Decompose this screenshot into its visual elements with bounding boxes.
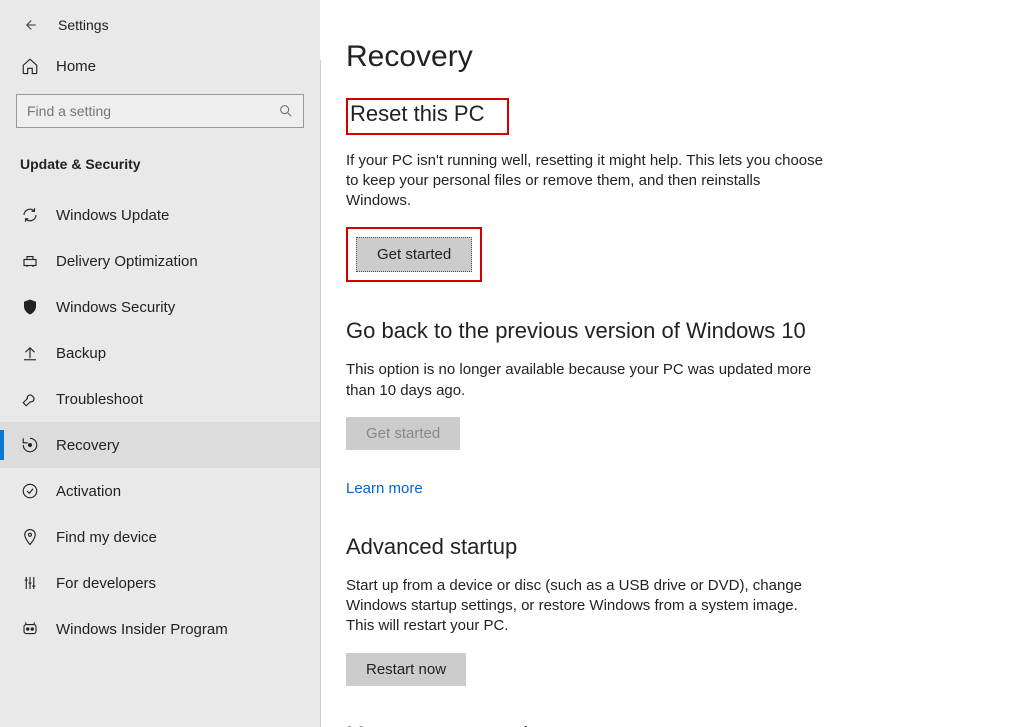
page-title: Recovery <box>346 40 1000 74</box>
learn-more-link[interactable]: Learn more <box>346 480 423 497</box>
backup-icon <box>20 343 40 363</box>
reset-pc-get-started-button[interactable]: Get started <box>356 237 472 272</box>
reset-pc-button-highlight: Get started <box>346 227 482 282</box>
sidebar-item-find-my-device[interactable]: Find my device <box>0 514 320 560</box>
sidebar: Settings Home Update & Security Windows … <box>0 0 320 727</box>
sidebar-item-label: Backup <box>56 345 106 362</box>
advanced-startup-title: Advanced startup <box>346 534 826 560</box>
home-nav-item[interactable]: Home <box>0 46 320 86</box>
nav-list: Windows Update Delivery Optimization Win… <box>0 192 320 652</box>
sidebar-item-label: Troubleshoot <box>56 391 143 408</box>
go-back-title: Go back to the previous version of Windo… <box>346 318 826 344</box>
wrench-icon <box>20 389 40 409</box>
reset-pc-description: If your PC isn't running well, resetting… <box>346 151 826 212</box>
more-recovery-title: More recovery options <box>346 722 826 727</box>
sync-icon <box>20 205 40 225</box>
more-recovery-section: More recovery options <box>346 722 826 727</box>
home-icon <box>20 56 40 76</box>
sidebar-item-label: Windows Update <box>56 207 169 224</box>
delivery-icon <box>20 251 40 271</box>
restart-now-button[interactable]: Restart now <box>346 653 466 686</box>
sidebar-item-label: Delivery Optimization <box>56 253 198 270</box>
sidebar-item-label: Find my device <box>56 529 157 546</box>
advanced-startup-section: Advanced startup Start up from a device … <box>346 534 826 686</box>
search-container <box>0 86 320 136</box>
insider-icon <box>20 619 40 639</box>
check-circle-icon <box>20 481 40 501</box>
home-label: Home <box>56 58 96 75</box>
developer-icon <box>20 573 40 593</box>
sidebar-divider <box>320 60 321 727</box>
go-back-get-started-button: Get started <box>346 417 460 450</box>
sidebar-item-label: Recovery <box>56 437 119 454</box>
recovery-icon <box>20 435 40 455</box>
shield-icon <box>20 297 40 317</box>
sidebar-item-troubleshoot[interactable]: Troubleshoot <box>0 376 320 422</box>
location-icon <box>20 527 40 547</box>
advanced-startup-description: Start up from a device or disc (such as … <box>346 576 826 637</box>
sidebar-item-delivery-optimization[interactable]: Delivery Optimization <box>0 238 320 284</box>
category-label: Update & Security <box>0 136 320 184</box>
back-arrow-icon[interactable] <box>20 16 38 34</box>
sidebar-item-windows-insider[interactable]: Windows Insider Program <box>0 606 320 652</box>
sidebar-item-for-developers[interactable]: For developers <box>0 560 320 606</box>
go-back-section: Go back to the previous version of Windo… <box>346 318 826 498</box>
sidebar-item-label: Activation <box>56 483 121 500</box>
sidebar-item-recovery[interactable]: Recovery <box>0 422 320 468</box>
search-input[interactable] <box>16 94 304 128</box>
sidebar-item-label: Windows Security <box>56 299 175 316</box>
main-content: Recovery Reset this PC If your PC isn't … <box>320 0 1030 727</box>
go-back-description: This option is no longer available becau… <box>346 360 826 401</box>
sidebar-item-windows-update[interactable]: Windows Update <box>0 192 320 238</box>
sidebar-header: Settings <box>0 0 320 46</box>
reset-pc-section: Reset this PC If your PC isn't running w… <box>346 98 826 282</box>
settings-title: Settings <box>58 17 109 33</box>
sidebar-item-windows-security[interactable]: Windows Security <box>0 284 320 330</box>
reset-pc-title-highlight: Reset this PC <box>346 98 509 135</box>
sidebar-item-activation[interactable]: Activation <box>0 468 320 514</box>
sidebar-item-label: For developers <box>56 575 156 592</box>
sidebar-item-label: Windows Insider Program <box>56 621 228 638</box>
search-icon <box>278 103 294 119</box>
reset-pc-title: Reset this PC <box>350 101 485 127</box>
sidebar-item-backup[interactable]: Backup <box>0 330 320 376</box>
